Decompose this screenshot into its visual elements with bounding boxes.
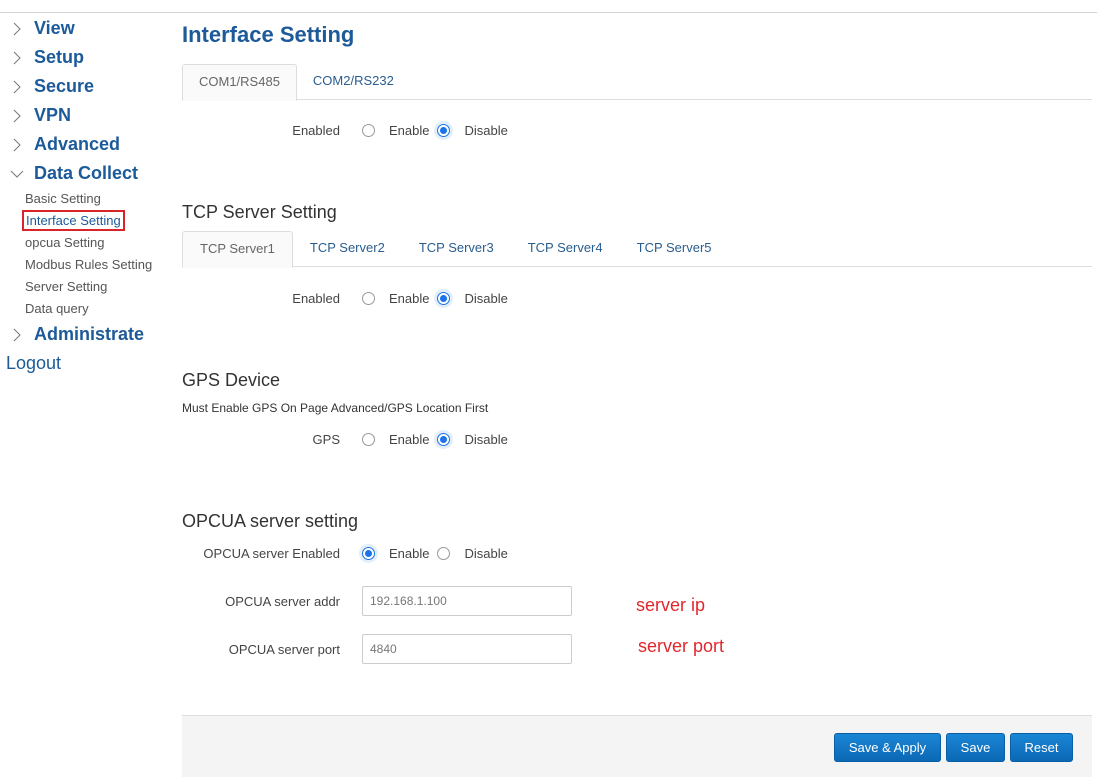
radio-checked-icon (437, 124, 451, 137)
sidebar-item-administrate[interactable]: Administrate (0, 320, 170, 349)
submenu-modbus-rules-setting[interactable]: Modbus Rules Setting (0, 254, 170, 276)
chevron-right-icon (0, 138, 34, 152)
submenu-label: Server Setting (25, 279, 108, 294)
sidebar-item-label: View (34, 18, 75, 38)
save-apply-button[interactable]: Save & Apply (834, 733, 941, 762)
reset-button[interactable]: Reset (1010, 733, 1073, 762)
field-label: GPS (312, 432, 340, 447)
opcua-server-addr-input[interactable]: 192.168.1.100 (362, 586, 572, 616)
chevron-right-icon (0, 51, 34, 65)
chevron-right-icon (0, 80, 34, 94)
sidebar-item-data-collect[interactable]: Data Collect (0, 159, 170, 188)
submenu-interface-setting[interactable]: Interface Setting (0, 210, 170, 232)
submenu-label: Modbus Rules Setting (25, 257, 153, 272)
radio-unchecked-icon (362, 433, 375, 446)
form-actions-bar: Save & Apply Save Reset (182, 715, 1092, 777)
tab-tcp-server4[interactable]: TCP Server4 (511, 231, 620, 267)
save-button[interactable]: Save (946, 733, 1005, 762)
opcua-enabled-row: OPCUA server Enabled Enable Disable (182, 546, 516, 561)
radio-label: Disable (464, 432, 508, 447)
radio-label: Enable (389, 291, 430, 306)
field-label: OPCUA server port (228, 641, 340, 657)
opcua-port-row: OPCUA server port 4840 (182, 634, 572, 664)
sidebar-item-label: Advanced (34, 134, 121, 154)
submenu-label: Data query (25, 301, 89, 316)
radio-label: Disable (464, 546, 508, 561)
sidebar-item-view[interactable]: View (0, 14, 170, 43)
chevron-right-icon (0, 328, 34, 342)
tcp-enable-radio[interactable]: Enable (362, 291, 429, 306)
top-header-bar (0, 0, 1097, 13)
data-collect-submenu: Basic Setting Interface Setting opcua Se… (0, 188, 170, 320)
server-ip-annotation: server ip (636, 595, 706, 615)
radio-checked-icon (437, 292, 451, 305)
sidebar-item-label: Data Collect (34, 163, 139, 183)
tab-tcp-server3[interactable]: TCP Server3 (402, 231, 511, 267)
radio-label: Enable (389, 432, 430, 447)
tcp-enabled-row: Enabled Enable Disable (182, 291, 516, 306)
submenu-label: opcua Setting (25, 235, 105, 250)
radio-label: Disable (464, 123, 508, 138)
opcua-enable-radio[interactable]: Enable (362, 546, 429, 561)
radio-label: Enable (389, 546, 430, 561)
tcp-server-tabs: TCP Server1 TCP Server2 TCP Server3 TCP … (182, 231, 1092, 268)
sidebar-item-label: Secure (34, 76, 95, 96)
logout-link[interactable]: Logout (0, 349, 170, 378)
interface-tabs: COM1/RS485 COM2/RS232 (182, 64, 1092, 101)
field-label: Enabled (292, 291, 340, 306)
gps-section-title: GPS Device (182, 370, 281, 390)
tab-com2-rs232[interactable]: COM2/RS232 (297, 64, 410, 100)
submenu-basic-setting[interactable]: Basic Setting (0, 188, 170, 210)
sidebar-item-advanced[interactable]: Advanced (0, 130, 170, 159)
gps-row: GPS Enable Disable (182, 432, 516, 447)
gps-enable-radio[interactable]: Enable (362, 432, 429, 447)
chevron-right-icon (0, 109, 34, 123)
radio-unchecked-icon (362, 292, 375, 305)
interface-enabled-row: Enabled Enable Disable (182, 123, 516, 138)
sidebar-nav: View Setup Secure VPN Advanced Data Coll… (0, 14, 170, 378)
radio-label: Disable (464, 291, 508, 306)
opcua-server-port-input[interactable]: 4840 (362, 634, 572, 664)
submenu-data-query[interactable]: Data query (0, 298, 170, 320)
sidebar-item-setup[interactable]: Setup (0, 43, 170, 72)
interface-enable-radio[interactable]: Enable (362, 123, 429, 138)
radio-unchecked-icon (437, 547, 451, 560)
submenu-server-setting[interactable]: Server Setting (0, 276, 170, 298)
server-port-annotation: server port (638, 636, 725, 656)
gps-disable-radio[interactable]: Disable (437, 432, 508, 447)
tab-com1-rs485[interactable]: COM1/RS485 (182, 64, 297, 101)
tcp-section-title: TCP Server Setting (182, 202, 337, 222)
tab-tcp-server2[interactable]: TCP Server2 (293, 231, 402, 267)
tab-tcp-server1[interactable]: TCP Server1 (182, 231, 293, 268)
tcp-disable-radio[interactable]: Disable (437, 291, 508, 306)
opcua-addr-row: OPCUA server addr 192.168.1.100 (182, 586, 572, 616)
submenu-label: Basic Setting (25, 191, 101, 206)
gps-note: Must Enable GPS On Page Advanced/GPS Loc… (182, 401, 489, 415)
chevron-down-icon (0, 169, 34, 179)
sidebar-item-vpn[interactable]: VPN (0, 101, 170, 130)
page-title: Interface Setting (182, 22, 355, 47)
field-label: OPCUA server addr (225, 593, 340, 609)
chevron-right-icon (0, 22, 34, 36)
field-label: OPCUA server Enabled (203, 546, 340, 561)
sidebar-item-label: VPN (34, 105, 72, 125)
field-label: Enabled (292, 123, 340, 138)
interface-disable-radio[interactable]: Disable (437, 123, 508, 138)
sidebar-item-label: Administrate (34, 324, 145, 344)
sidebar-item-label: Setup (34, 47, 85, 67)
radio-label: Enable (389, 123, 430, 138)
opcua-section-title: OPCUA server setting (182, 511, 359, 531)
tab-tcp-server5[interactable]: TCP Server5 (620, 231, 729, 267)
submenu-opcua-setting[interactable]: opcua Setting (0, 232, 170, 254)
sidebar-item-secure[interactable]: Secure (0, 72, 170, 101)
radio-checked-icon (437, 433, 451, 446)
submenu-label: Interface Setting (22, 210, 125, 231)
radio-unchecked-icon (362, 124, 375, 137)
opcua-disable-radio[interactable]: Disable (437, 546, 508, 561)
radio-checked-icon (362, 547, 375, 560)
